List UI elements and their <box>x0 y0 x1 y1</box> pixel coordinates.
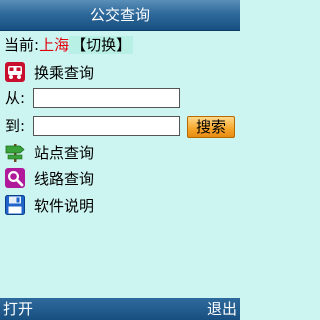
menu-item-stop-search[interactable]: 站点查询 <box>4 140 94 164</box>
menu-item-label: 站点查询 <box>34 143 95 162</box>
from-label: 从: <box>5 89 26 107</box>
to-label: 到: <box>5 117 26 135</box>
switch-city-link[interactable]: 【切换】 <box>69 36 134 54</box>
menu-item-line-search[interactable]: 线路查询 <box>4 166 94 190</box>
menu-item-software-info[interactable]: 软件说明 <box>4 193 94 217</box>
menu-item-label: 换乘查询 <box>34 63 95 82</box>
menu-item-label: 软件说明 <box>34 196 95 215</box>
menu-item-transfer[interactable]: 换乘查询 <box>4 60 94 84</box>
search-button[interactable]: 搜索 <box>187 116 235 138</box>
signpost-icon <box>5 144 25 162</box>
floppy-disk-icon <box>5 195 25 215</box>
bus-transfer-icon <box>5 62 25 82</box>
magnifier-icon <box>5 168 25 188</box>
current-city-prefix: 当前: <box>4 36 40 54</box>
app-title: 公交查询 <box>89 6 150 24</box>
current-city-row: 当前:上海 【切换】 <box>4 34 134 56</box>
to-input[interactable] <box>33 116 180 136</box>
from-input[interactable] <box>33 88 180 108</box>
softkey-bar: 打开 退出 <box>0 298 240 320</box>
title-bar: 公交查询 <box>0 0 240 31</box>
menu-item-label: 线路查询 <box>34 169 95 188</box>
exit-softkey[interactable]: 退出 <box>207 298 237 320</box>
current-city-name: 上海 <box>39 36 70 54</box>
open-softkey[interactable]: 打开 <box>3 298 33 320</box>
